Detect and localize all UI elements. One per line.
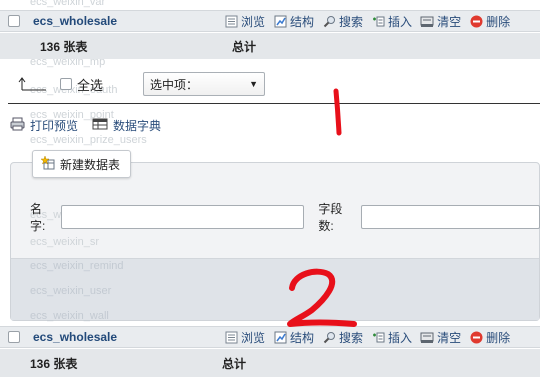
empty-action[interactable]: 清空 [420,329,461,346]
browse-icon [224,14,238,28]
insert-label: 插入 [388,14,413,29]
panel-shade [11,258,539,320]
dictionary-icon [92,117,108,134]
select-all-label: 全选 [77,77,104,93]
empty-label: 清空 [437,330,462,345]
structure-icon [273,330,287,344]
ghost-row: ecs_weixin_prize_users [30,134,147,146]
empty-action[interactable]: 清空 [420,13,461,30]
table-name-link[interactable]: ecs_wholesale [20,330,224,344]
create-table-fields: 名字: 字段数: [30,202,540,233]
structure-icon [273,14,287,28]
table-name-link[interactable]: ecs_wholesale [20,14,224,28]
with-selected-value: 选中项： [150,77,199,92]
print-preview-label: 打印预览 [30,119,79,133]
insert-icon [371,14,385,28]
print-preview-link[interactable]: 打印预览 [10,117,78,134]
search-label: 搜索 [339,330,364,345]
browse-action[interactable]: 浏览 [224,13,265,30]
browse-action[interactable]: 浏览 [224,329,265,346]
columns-input[interactable] [361,205,540,229]
total-row-bottom: 136 张表 总计 [0,349,540,377]
search-action[interactable]: 搜索 [322,13,363,30]
insert-icon [371,330,385,344]
table-count: 136 张表 [40,39,88,54]
search-icon [322,14,336,28]
table-count: 136 张表 [30,356,78,371]
total-row-top: 136 张表 总计 [0,33,540,59]
data-dictionary-link[interactable]: 数据字典 [92,117,161,134]
select-all-checkbox[interactable] [60,78,72,90]
delete-action[interactable]: 删除 [469,329,510,346]
insert-action[interactable]: 插入 [371,329,412,346]
table-row-bottom: ecs_wholesale 浏览 结构 搜索 插入 清空 删除 [0,326,540,348]
structure-action[interactable]: 结构 [273,329,314,346]
browse-label: 浏览 [241,14,266,29]
empty-icon [420,330,434,344]
new-table-label: 新建数据表 [60,157,121,172]
create-table-panel [10,162,540,321]
structure-label: 结构 [290,14,315,29]
arrow-return-up-icon [18,76,48,92]
empty-icon [420,14,434,28]
row-actions: 浏览 结构 搜索 插入 清空 删除 [224,13,515,30]
insert-label: 插入 [388,330,413,345]
delete-icon [469,330,483,344]
row-checkbox[interactable] [8,15,20,27]
browse-label: 浏览 [241,330,266,345]
empty-label: 清空 [437,14,462,29]
select-all[interactable]: 全选 [60,75,103,94]
total-label: 总计 [222,356,247,371]
print-bar: 打印预览 数据字典 [10,117,169,134]
search-label: 搜索 [339,14,364,29]
delete-label: 删除 [486,14,511,29]
row-actions: 浏览 结构 搜索 插入 清空 删除 [224,329,515,346]
ghost-row: ecs_weixin_var [30,0,106,8]
with-selected-dropdown[interactable]: 选中项： ▼ [143,72,266,96]
search-icon [322,330,336,344]
delete-icon [469,14,483,28]
delete-label: 删除 [486,330,511,345]
columns-label: 字段数: [318,202,343,233]
divider [8,103,540,104]
chevron-down-icon: ▼ [249,79,259,89]
name-label: 名字: [30,202,46,233]
data-dictionary-label: 数据字典 [113,119,162,133]
search-action[interactable]: 搜索 [322,329,363,346]
table-name-input[interactable] [60,205,305,229]
insert-action[interactable]: 插入 [371,13,412,30]
printer-icon [10,117,25,134]
new-table-button[interactable]: 新建数据表 [32,150,132,178]
total-label: 总计 [232,39,257,54]
structure-label: 结构 [290,330,315,345]
browse-icon [224,330,238,344]
row-checkbox[interactable] [8,331,20,343]
structure-action[interactable]: 结构 [273,13,314,30]
select-bar: 全选 选中项： ▼ [0,70,540,98]
delete-action[interactable]: 删除 [469,13,510,30]
table-row-top: ecs_wholesale 浏览 结构 搜索 插入 清空 删除 [0,10,540,32]
new-table-icon [40,154,55,173]
